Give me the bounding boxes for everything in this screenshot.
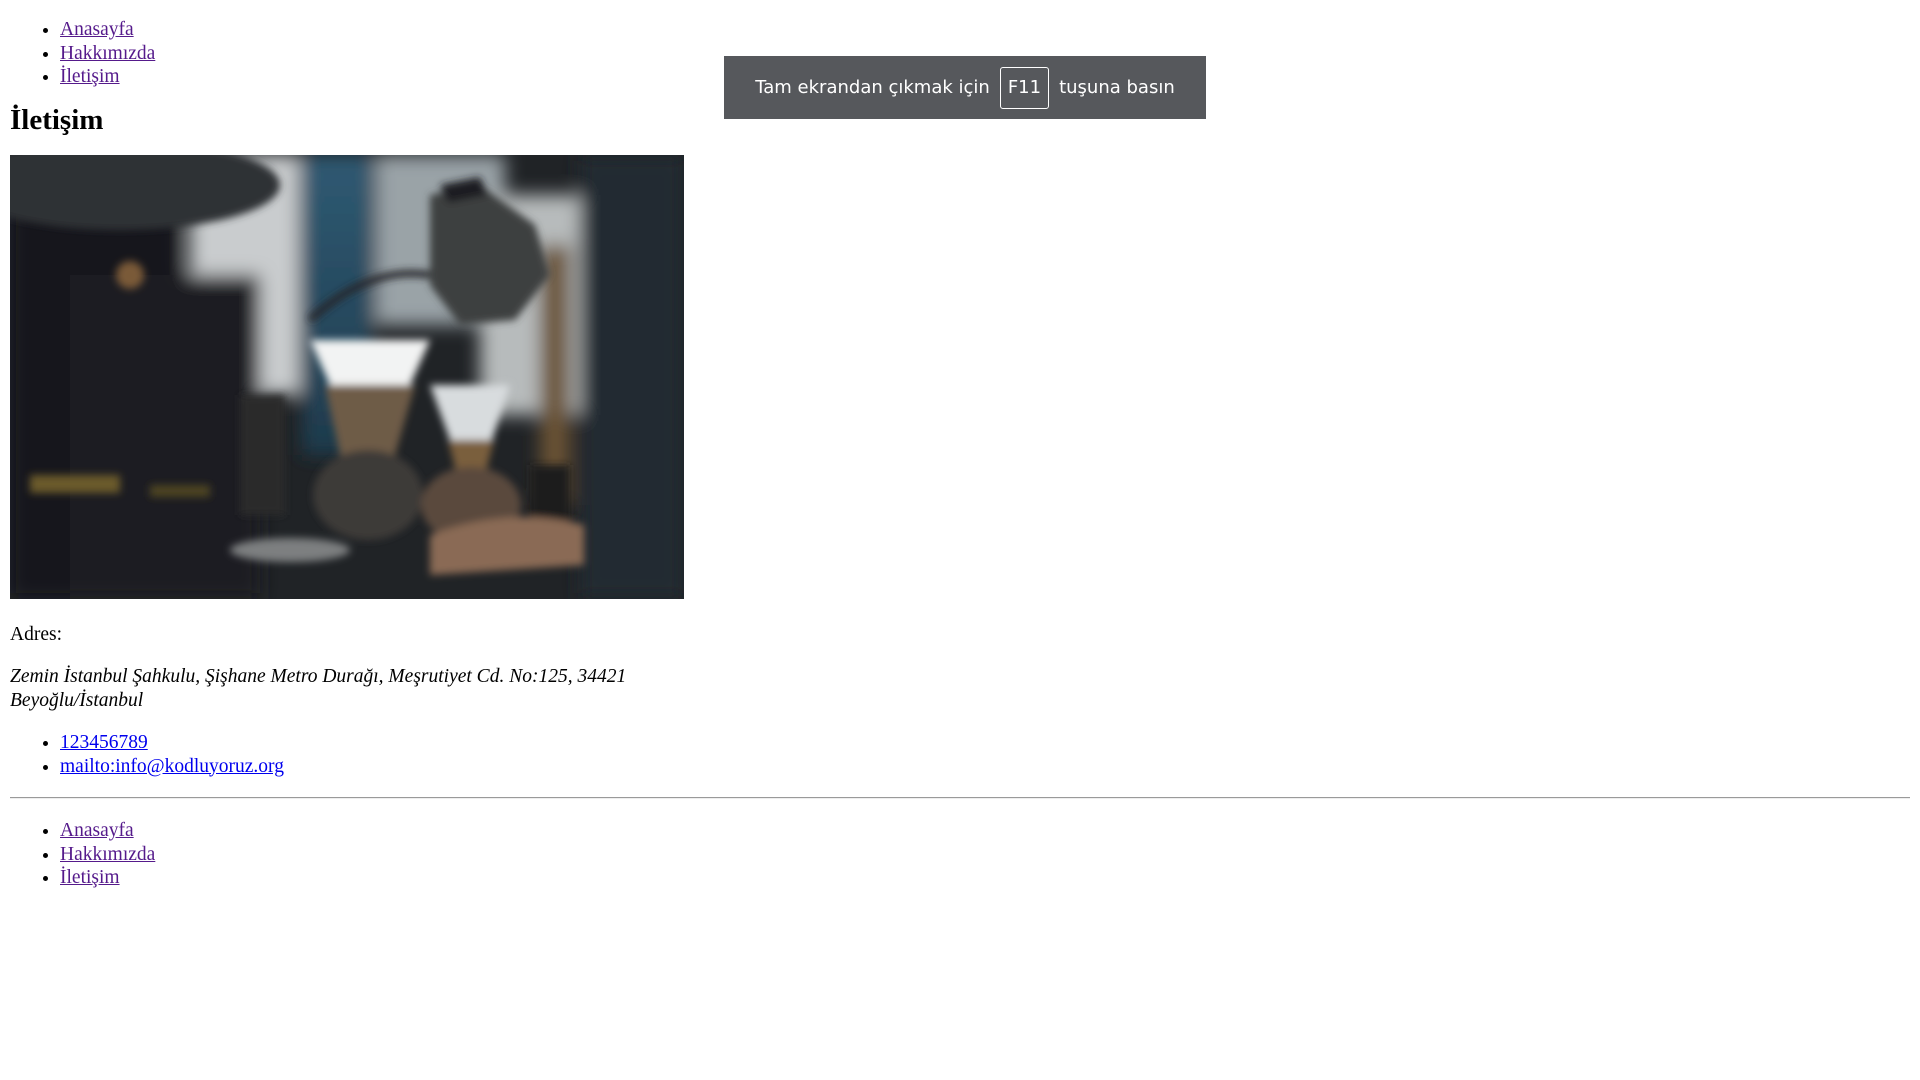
footer-nav-link-about[interactable]: Hakkımızda <box>60 844 155 865</box>
top-nav-link-contact[interactable]: İletişim <box>60 66 120 87</box>
footer-nav-item-about: Hakkımızda <box>60 843 1910 867</box>
fullscreen-exit-toast: Tam ekrandan çıkmak için F11 tuşuna bası… <box>724 56 1206 119</box>
contact-list: 123456789 mailto:info@kodluyoruz.org <box>10 731 1910 778</box>
page: Anasayfa Hakkımızda İletişim İletişim <box>0 0 1920 1080</box>
footer-nav-link-home[interactable]: Anasayfa <box>60 820 134 841</box>
contact-item-email: mailto:info@kodluyoruz.org <box>60 755 1910 779</box>
address-label: Adres: <box>10 623 62 645</box>
footer-nav-item-home: Anasayfa <box>60 819 1910 843</box>
horizontal-divider <box>10 797 1910 799</box>
email-link[interactable]: mailto:info@kodluyoruz.org <box>60 756 284 777</box>
top-nav-item-home: Anasayfa <box>60 18 1910 42</box>
phone-link[interactable]: 123456789 <box>60 732 148 753</box>
page-content: Anasayfa Hakkımızda İletişim İletişim <box>10 18 1910 890</box>
footer-nav: Anasayfa Hakkımızda İletişim <box>10 819 1910 890</box>
top-nav-link-home[interactable]: Anasayfa <box>60 19 134 40</box>
address-text: Zemin İstanbul Şahkulu, Şişhane Metro Du… <box>10 666 627 711</box>
f11-key-badge: F11 <box>999 66 1050 109</box>
toast-text-before: Tam ekrandan çıkmak için <box>755 76 990 98</box>
footer-nav-link-contact[interactable]: İletişim <box>60 867 120 888</box>
coffee-brewing-photo <box>10 154 684 599</box>
toast-text-after: tuşuna basın <box>1059 76 1175 98</box>
top-nav-link-about[interactable]: Hakkımızda <box>60 43 155 64</box>
footer-nav-item-contact: İletişim <box>60 866 1910 890</box>
contact-item-phone: 123456789 <box>60 731 1910 755</box>
